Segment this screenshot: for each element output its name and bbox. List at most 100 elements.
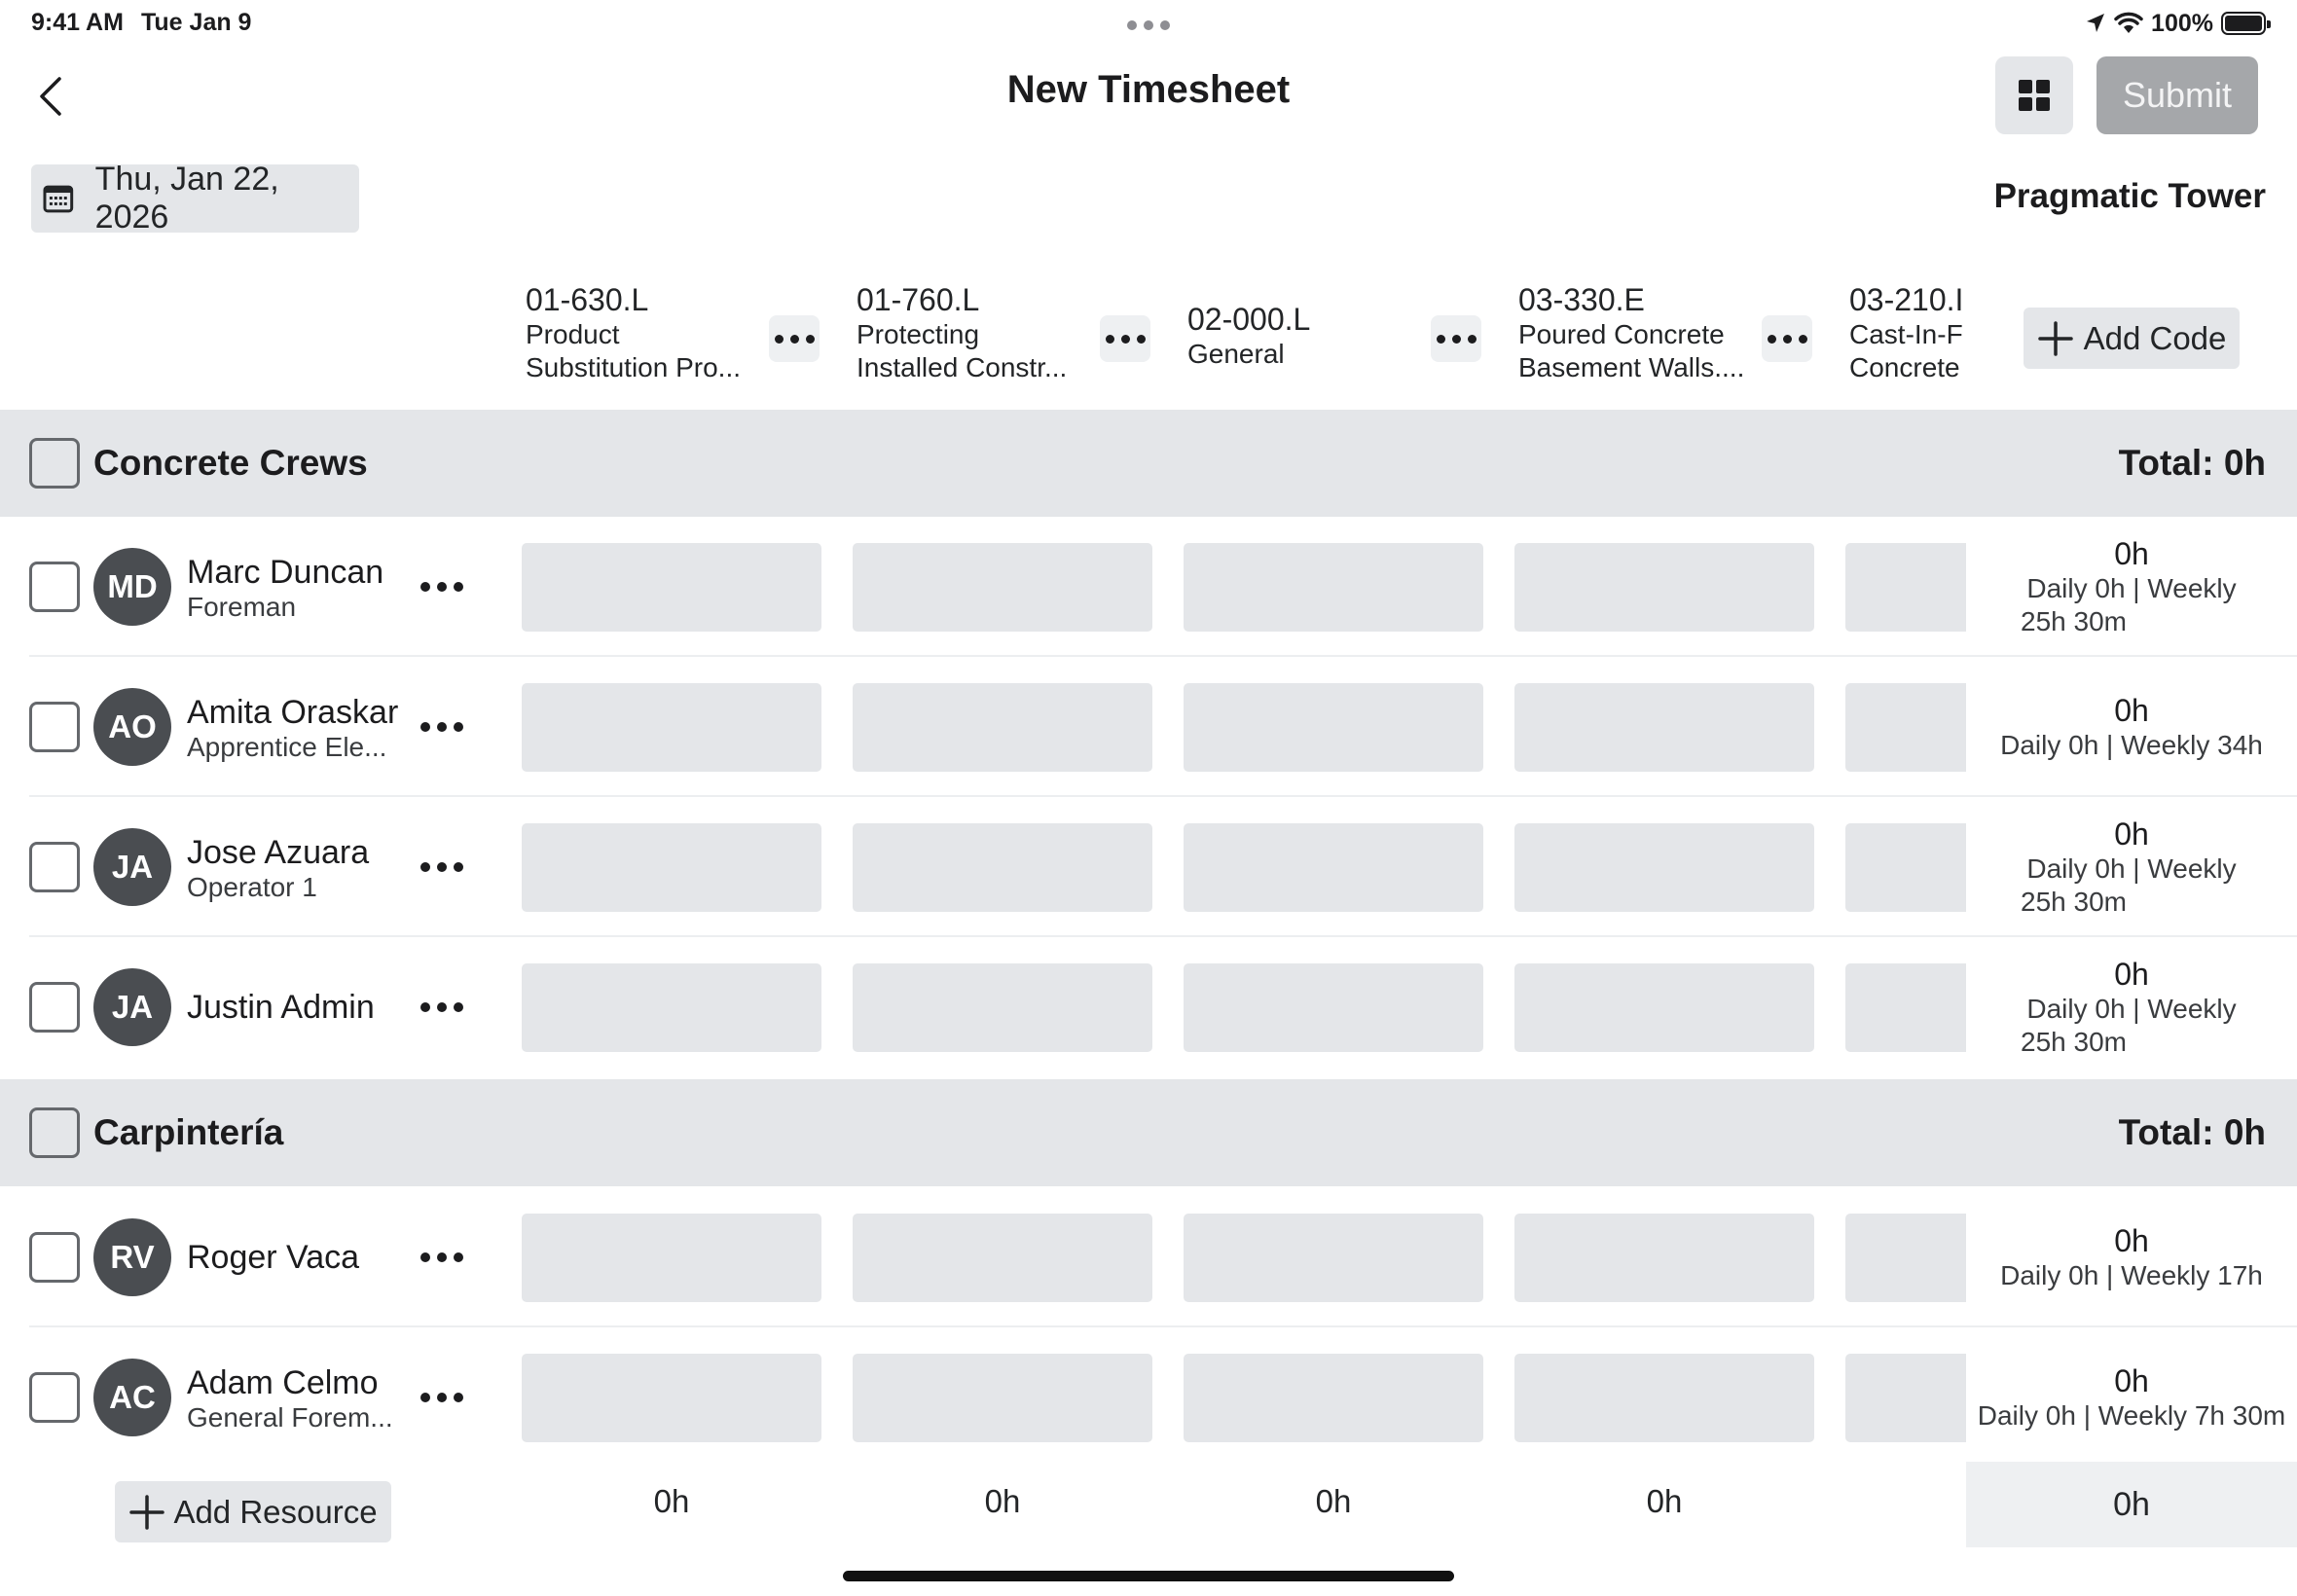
resource-checkbox[interactable] (29, 702, 80, 752)
group-checkbox[interactable] (29, 1107, 80, 1158)
code-id: 02-000.L (1187, 302, 1311, 337)
hours-input-cell[interactable] (1514, 683, 1814, 772)
hours-input-cell[interactable] (1845, 1354, 1966, 1442)
resource-total: 0h (2114, 1223, 2149, 1258)
hours-input-cell[interactable] (1184, 1214, 1483, 1302)
group-header: Concrete Crews Total: 0h (0, 410, 2297, 517)
more-horizontal-icon (1767, 334, 1807, 344)
code-column-header: 03-210.I Cast-In-F Concrete (1849, 282, 1968, 399)
hours-input-cell[interactable] (1184, 543, 1483, 632)
add-resource-button[interactable]: Add Resource (115, 1481, 391, 1542)
hours-input-cell[interactable] (522, 823, 821, 912)
add-code-button[interactable]: Add Code (2024, 308, 2240, 369)
hours-input-cell[interactable] (853, 683, 1152, 772)
hours-input-cell[interactable] (853, 823, 1152, 912)
hours-input-cell[interactable] (522, 543, 821, 632)
hours-input-cell[interactable] (1845, 543, 1966, 632)
resource-hours-summary: 0h Daily 0h | Weekly 25h 30m (1966, 517, 2297, 657)
hours-input-cell[interactable] (853, 543, 1152, 632)
resource-total: 0h (2114, 1363, 2149, 1398)
code-more-button[interactable] (769, 315, 820, 362)
resource-hours-summary: 0h Daily 0h | Weekly 34h (1966, 657, 2297, 797)
hours-input-cell[interactable] (1514, 1354, 1814, 1442)
hours-input-cell[interactable] (1845, 683, 1966, 772)
code-more-button[interactable] (1762, 315, 1812, 362)
code-more-button[interactable] (1431, 315, 1481, 362)
status-bar: 9:41 AM Tue Jan 9 100% (0, 0, 2297, 47)
resource-more-button[interactable] (407, 982, 477, 1033)
hours-input-cell[interactable] (522, 683, 821, 772)
plus-icon (2037, 320, 2073, 356)
resource-name: Amita Oraskar (187, 694, 399, 731)
resource-weekly-hours: 25h 30m (2021, 887, 2127, 917)
more-horizontal-icon (1436, 334, 1477, 344)
group-total: Total: 0h (2118, 443, 2266, 483)
hours-input-cell[interactable] (1514, 963, 1814, 1052)
home-indicator[interactable] (843, 1571, 1454, 1581)
code-description: Poured Concrete (1518, 319, 1725, 349)
resource-name: Marc Duncan (187, 554, 384, 591)
hours-input-cell[interactable] (1184, 1354, 1483, 1442)
group-name: Concrete Crews (93, 443, 368, 483)
hours-input-cell[interactable] (1184, 963, 1483, 1052)
hours-input-cell[interactable] (522, 963, 821, 1052)
resource-total: 0h (2114, 816, 2149, 852)
hours-input-cell[interactable] (853, 963, 1152, 1052)
code-column-header: 01-630.L Product Substitution Pro... (526, 282, 759, 399)
resource-more-button[interactable] (407, 702, 477, 752)
location-arrow-icon (2087, 14, 2105, 32)
resource-more-button[interactable] (407, 1232, 477, 1283)
column-total: 0h (653, 1483, 690, 1519)
code-description: Concrete (1849, 352, 1960, 382)
status-date: Tue Jan 9 (141, 9, 252, 36)
resource-total: 0h (2114, 536, 2149, 571)
column-total: 0h (1646, 1483, 1683, 1519)
resource-checkbox[interactable] (29, 982, 80, 1033)
code-id: 03-330.E (1518, 282, 1645, 317)
hours-input-cell[interactable] (853, 1354, 1152, 1442)
hours-input-cell[interactable] (522, 1354, 821, 1442)
date-picker-button[interactable]: Thu, Jan 22, 2026 (31, 161, 359, 236)
resource-role: Operator 1 (187, 872, 317, 902)
hours-input-cell[interactable] (522, 1214, 821, 1302)
resource-more-button[interactable] (407, 842, 477, 892)
hours-input-cell[interactable] (1184, 683, 1483, 772)
hours-input-cell[interactable] (1184, 823, 1483, 912)
hours-input-cell[interactable] (1514, 823, 1814, 912)
multitasking-dots-icon[interactable] (1127, 20, 1170, 30)
grand-total: 0h (1966, 1462, 2297, 1547)
code-description: Cast-In-F (1849, 319, 1963, 349)
resource-hours-summary: 0h Daily 0h | Weekly 17h (1966, 1187, 2297, 1327)
avatar: MD (93, 548, 171, 626)
hours-input-cell[interactable] (1845, 963, 1966, 1052)
submit-button[interactable]: Submit (2096, 56, 2258, 134)
resource-more-button[interactable] (407, 562, 477, 612)
back-button[interactable] (29, 72, 72, 121)
resource-role: Apprentice Ele... (187, 732, 387, 762)
hours-input-cell[interactable] (1845, 823, 1966, 912)
avatar: AO (93, 688, 171, 766)
resource-checkbox[interactable] (29, 562, 80, 612)
hours-input-cell[interactable] (1514, 1214, 1814, 1302)
resource-more-button[interactable] (407, 1372, 477, 1423)
avatar: JA (93, 828, 171, 906)
resource-row: JA Justin Admin 0h Daily 0h | Weekly 25h… (0, 937, 2297, 1077)
column-total: 0h (984, 1483, 1021, 1519)
group-header: Carpintería Total: 0h (0, 1079, 2297, 1186)
code-column-header: 01-760.L Protecting Installed Constr... (857, 282, 1090, 399)
resource-checkbox[interactable] (29, 842, 80, 892)
plus-icon (129, 1494, 165, 1530)
resource-role: General Forem... (187, 1402, 393, 1433)
resource-daily-weekly: Daily 0h | Weekly 34h (2000, 730, 2263, 760)
battery-icon (2221, 12, 2271, 35)
group-checkbox[interactable] (29, 438, 80, 489)
hours-input-cell[interactable] (853, 1214, 1152, 1302)
code-more-button[interactable] (1100, 315, 1150, 362)
hours-input-cell[interactable] (1514, 543, 1814, 632)
resource-checkbox[interactable] (29, 1372, 80, 1423)
resource-weekly-hours: 25h 30m (2021, 1027, 2127, 1057)
resource-daily-weekly: Daily 0h | Weekly (2026, 573, 2237, 603)
hours-input-cell[interactable] (1845, 1214, 1966, 1302)
resource-checkbox[interactable] (29, 1232, 80, 1283)
grid-view-button[interactable] (1995, 56, 2073, 134)
